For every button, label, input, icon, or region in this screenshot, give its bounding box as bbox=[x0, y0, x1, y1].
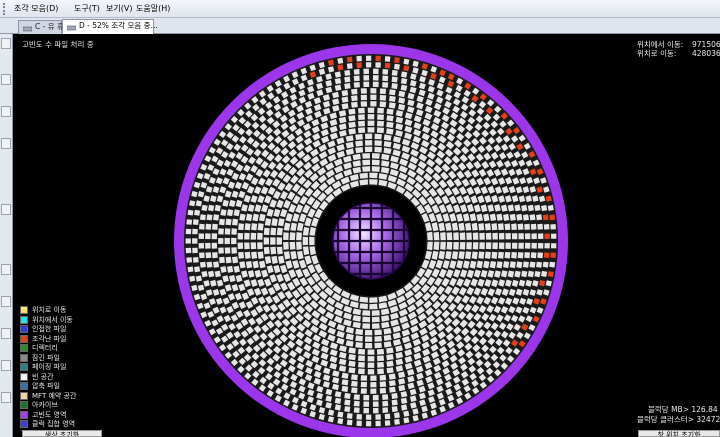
side-button[interactable] bbox=[1, 264, 11, 275]
legend-swatch[interactable] bbox=[20, 420, 28, 428]
legend-swatch[interactable] bbox=[20, 353, 28, 362]
menu-view[interactable]: 보기(V) bbox=[104, 3, 134, 15]
status-text: 고빈도 수 파일 처리 중 bbox=[22, 40, 94, 49]
legend-item: MFT 예약 공간 bbox=[20, 391, 77, 402]
legend-swatch[interactable] bbox=[20, 344, 28, 352]
legend-swatch[interactable] bbox=[20, 363, 28, 371]
legend-item: 위치에서 이동 bbox=[20, 315, 76, 326]
side-button[interactable] bbox=[1, 204, 11, 215]
legend-item: 아카이브 bbox=[20, 401, 76, 411]
moved-to-value: 4280364 bbox=[692, 49, 720, 58]
legend-swatch[interactable] bbox=[20, 306, 28, 314]
legend-swatch[interactable] bbox=[20, 391, 28, 400]
legend-item: 빈 공간 bbox=[20, 372, 76, 383]
legend-label: 고빈도 영역 bbox=[32, 410, 67, 419]
reset-colors-button[interactable]: 색상 초기화 bbox=[22, 430, 102, 437]
legend-label: 아카이브 bbox=[32, 401, 58, 409]
legend-label: 디렉터리 bbox=[32, 344, 58, 352]
legend-item: 위치로 이동 bbox=[20, 306, 76, 316]
legend-swatch[interactable] bbox=[20, 372, 28, 381]
drive-tab-bar: C - 유 휴 D - 52% 조각 모음 중... bbox=[0, 18, 720, 34]
legend-swatch[interactable] bbox=[20, 410, 28, 419]
legend-label: MFT 예약 공간 bbox=[32, 391, 77, 400]
legend-swatch[interactable] bbox=[20, 401, 28, 409]
side-button[interactable] bbox=[1, 296, 11, 307]
legend-item: 클럭 집합 영역 bbox=[20, 420, 76, 430]
legend-item: 페이징 파일 bbox=[20, 363, 76, 373]
drive-icon bbox=[22, 24, 33, 32]
side-button[interactable] bbox=[1, 328, 11, 339]
drive-icon bbox=[66, 23, 77, 31]
tab-drive-d[interactable]: D - 52% 조각 모음 중... bbox=[62, 19, 158, 34]
moved-from-value: 9715063 bbox=[692, 40, 720, 49]
legend-label: 잠긴 파일 bbox=[32, 353, 60, 362]
legend-swatch[interactable] bbox=[20, 334, 28, 343]
legend-label: 위치에서 이동 bbox=[32, 315, 73, 324]
color-legend: 위치로 이동 위치에서 이동 인접한 파일 조각난 파일 디렉터리 잠긴 파일 페이징 파일… bbox=[20, 306, 76, 430]
tab-drive-c[interactable]: C - 유 휴 bbox=[18, 20, 64, 34]
legend-label: 위치로 이동 bbox=[32, 306, 67, 314]
legend-swatch[interactable] bbox=[20, 315, 28, 324]
disk-map-canvas[interactable] bbox=[14, 34, 720, 437]
legend-swatch[interactable] bbox=[20, 382, 28, 390]
legend-item: 디렉터리 bbox=[20, 344, 76, 354]
legend-label: 빈 공간 bbox=[32, 372, 54, 381]
menu-defrag[interactable]: 조각 모음(D) bbox=[12, 3, 60, 15]
side-button[interactable] bbox=[1, 106, 11, 117]
side-button[interactable] bbox=[1, 392, 11, 403]
mb-per-block: 블럭당 MB> 126.84 bbox=[648, 405, 718, 414]
legend-item: 잠긴 파일 bbox=[20, 353, 76, 364]
side-toolbar bbox=[0, 34, 13, 437]
moved-from-label: 위치에서 이동: bbox=[637, 40, 684, 49]
menu-help[interactable]: 도움말(H) bbox=[134, 3, 172, 15]
legend-swatch[interactable] bbox=[20, 325, 28, 333]
side-button[interactable] bbox=[1, 360, 11, 371]
side-button[interactable] bbox=[1, 138, 11, 149]
menu-tools[interactable]: 도구(T) bbox=[72, 3, 102, 15]
legend-item: 고빈도 영역 bbox=[20, 410, 76, 421]
toolbar-grip[interactable] bbox=[3, 3, 8, 15]
legend-label: 조각난 파일 bbox=[32, 334, 67, 343]
disk-cluster-map[interactable] bbox=[14, 34, 720, 437]
side-button[interactable] bbox=[1, 74, 11, 85]
legend-label: 클럭 집합 영역 bbox=[32, 420, 76, 428]
legend-item: 인접한 파일 bbox=[20, 325, 76, 335]
legend-item: 압축 파일 bbox=[20, 382, 76, 392]
legend-item: 조각난 파일 bbox=[20, 334, 76, 345]
reset-view-button[interactable]: 창 위치 초기화 bbox=[638, 430, 720, 437]
moved-to-label: 위치로 이동: bbox=[637, 49, 677, 58]
legend-label: 페이징 파일 bbox=[32, 363, 67, 371]
clusters-per-block: 블럭당 클러스터> 32472 bbox=[637, 415, 720, 424]
menu-bar: 조각 모음(D) 도구(T) 보기(V) 도움말(H) bbox=[0, 0, 720, 18]
legend-label: 인접한 파일 bbox=[32, 325, 67, 333]
side-button[interactable] bbox=[1, 38, 11, 49]
legend-label: 압축 파일 bbox=[32, 382, 60, 390]
